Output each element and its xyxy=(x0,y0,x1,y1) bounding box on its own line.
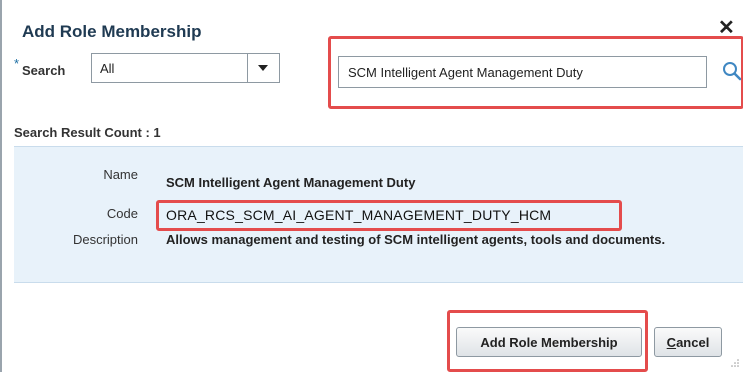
name-value: SCM Intelligent Agent Management Duty xyxy=(166,175,416,190)
dialog-title: Add Role Membership xyxy=(22,22,202,41)
name-label: Name xyxy=(103,167,138,182)
resize-grip-icon[interactable] xyxy=(730,358,740,368)
dropdown-arrow-icon[interactable] xyxy=(255,60,271,76)
search-scope-value: All xyxy=(100,61,115,76)
description-label: Description xyxy=(72,232,138,247)
code-highlight-box xyxy=(156,200,622,231)
required-marker: * xyxy=(14,56,20,71)
search-label: Search xyxy=(22,63,66,78)
code-label: Code xyxy=(106,206,138,221)
cancel-button[interactable]: Cancel xyxy=(654,327,722,357)
cancel-label-rest: ancel xyxy=(676,334,710,350)
search-result-count: Search Result Count : 1 xyxy=(14,125,161,140)
cancel-access-key: C xyxy=(666,334,677,350)
button-highlight-box xyxy=(447,310,648,372)
dialog-border xyxy=(0,0,2,372)
select-divider xyxy=(247,54,248,82)
close-icon[interactable]: ✕ xyxy=(718,18,735,38)
description-value: Allows management and testing of SCM int… xyxy=(166,232,666,247)
search-scope-select[interactable]: All xyxy=(91,53,280,83)
add-role-membership-dialog: Add Role Membership ✕ * Search All Searc… xyxy=(0,0,743,372)
search-highlight-box xyxy=(328,36,743,109)
